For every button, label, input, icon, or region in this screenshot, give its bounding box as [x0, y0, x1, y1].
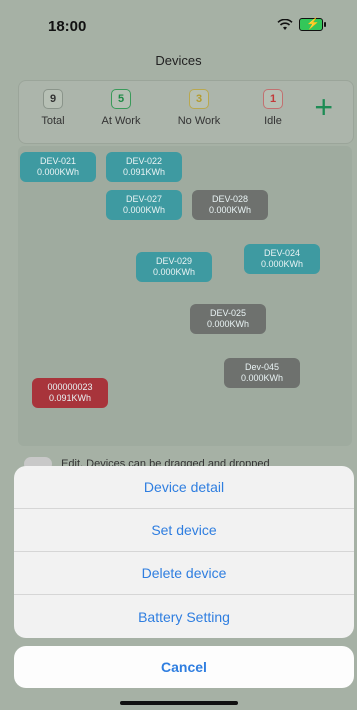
device-card[interactable]: Dev-045 0.000KWh	[224, 358, 300, 388]
screen: 18:00 ⚡ Devices 9 Total 5 At Work 3 No W…	[0, 0, 357, 710]
stats-panel: 9 Total 5 At Work 3 No Work 1 Idle +	[18, 80, 354, 144]
device-card[interactable]: DEV-029 0.000KWh	[136, 252, 212, 282]
stat-at-work[interactable]: 5 At Work	[91, 89, 151, 127]
wifi-icon	[277, 18, 293, 30]
action-sheet: Device detail Set device Delete device B…	[14, 466, 354, 638]
device-energy: 0.091KWh	[48, 393, 92, 403]
status-time: 18:00	[48, 18, 87, 35]
stat-idle-value: 1	[263, 89, 283, 109]
device-card[interactable]: DEV-024 0.000KWh	[244, 244, 320, 274]
stat-at-work-label: At Work	[101, 115, 141, 127]
stat-idle-label: Idle	[264, 115, 282, 127]
device-energy: 0.000KWh	[122, 205, 166, 215]
device-detail-button[interactable]: Device detail	[14, 466, 354, 509]
device-name: DEV-027	[125, 194, 163, 204]
home-indicator	[120, 701, 238, 705]
device-card[interactable]: DEV-027 0.000KWh	[106, 190, 182, 220]
device-energy: 0.000KWh	[260, 259, 304, 269]
page-title: Devices	[155, 53, 202, 68]
device-card[interactable]: DEV-021 0.000KWh	[20, 152, 96, 182]
device-name: 000000023	[47, 382, 93, 392]
device-card[interactable]: DEV-025 0.000KWh	[190, 304, 266, 334]
set-device-button[interactable]: Set device	[14, 509, 354, 552]
device-energy: 0.000KWh	[152, 267, 196, 277]
device-canvas[interactable]: DEV-021 0.000KWh DEV-022 0.091KWh DEV-02…	[18, 146, 352, 446]
stat-total-label: Total	[41, 115, 65, 127]
stat-total[interactable]: 9 Total	[23, 89, 83, 127]
stat-no-work-value: 3	[189, 89, 209, 109]
device-name: DEV-024	[263, 248, 301, 258]
stat-no-work[interactable]: 3 No Work	[169, 89, 229, 127]
device-name: DEV-021	[39, 156, 77, 166]
stat-total-value: 9	[43, 89, 63, 109]
device-energy: 0.000KWh	[208, 205, 252, 215]
stat-at-work-value: 5	[111, 89, 131, 109]
device-energy: 0.000KWh	[36, 167, 80, 177]
status-icons: ⚡	[277, 18, 326, 31]
device-name: DEV-029	[155, 256, 193, 266]
device-card[interactable]: DEV-022 0.091KWh	[106, 152, 182, 182]
battery-charging-icon: ⚡	[299, 18, 326, 31]
cancel-button[interactable]: Cancel	[14, 646, 354, 688]
device-energy: 0.000KWh	[206, 319, 250, 329]
device-energy: 0.000KWh	[240, 373, 284, 383]
battery-setting-button[interactable]: Battery Setting	[14, 595, 354, 638]
device-energy: 0.091KWh	[122, 167, 166, 177]
delete-device-button[interactable]: Delete device	[14, 552, 354, 595]
device-card[interactable]: DEV-028 0.000KWh	[192, 190, 268, 220]
device-card[interactable]: 000000023 0.091KWh	[32, 378, 108, 408]
device-name: Dev-045	[244, 362, 280, 372]
device-name: DEV-028	[211, 194, 249, 204]
device-name: DEV-025	[209, 308, 247, 318]
stat-idle[interactable]: 1 Idle	[243, 89, 303, 127]
device-name: DEV-022	[125, 156, 163, 166]
plus-icon[interactable]: +	[314, 91, 333, 123]
stat-no-work-label: No Work	[177, 115, 221, 127]
